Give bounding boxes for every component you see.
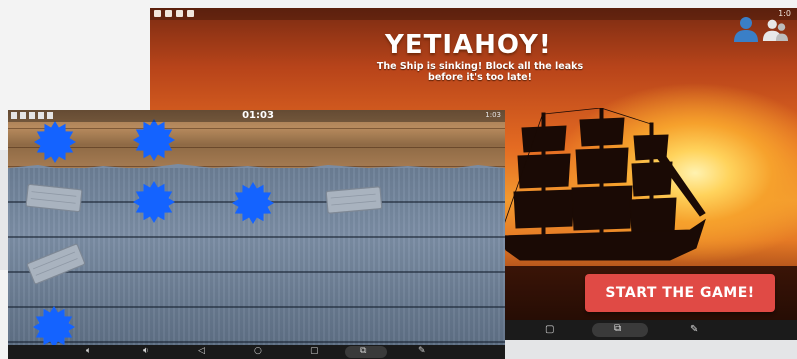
notification-icon [47,112,53,119]
home-icon[interactable]: ○ [254,346,262,356]
recents-icon[interactable]: ▢ [545,324,554,335]
notification-icon [187,10,194,17]
back-icon[interactable]: ◁ [198,346,205,356]
game-subtitle: The Ship is sinking! Block all the leaks… [370,61,590,83]
leak-hole[interactable] [231,181,275,225]
notification-icon [20,112,26,119]
pirate-ship-silhouette [500,108,706,261]
pen-icon[interactable]: ✎ [690,324,698,335]
notification-icon [165,10,172,17]
notification-icon [29,112,35,119]
single-player-icon[interactable] [732,14,760,42]
notification-icon [11,112,17,119]
leak-hole[interactable] [32,305,76,349]
navigation-bar: ▢ ⧉ ✎ [500,320,797,340]
notification-icon [154,10,161,17]
multi-player-icon[interactable] [762,14,788,42]
start-game-button[interactable]: START THE GAME! [585,274,775,312]
notification-icon [38,112,44,119]
screenshot-icon: ⧉ [614,323,622,334]
notification-icon [176,10,183,17]
status-clock: 1:03 [485,111,501,119]
leak-hole[interactable] [33,120,77,164]
game-timer: 01:03 [242,110,274,121]
notification-icons [154,10,194,17]
leak-hole[interactable] [132,180,176,224]
subtitle-line: before it's too late! [428,72,532,83]
game-screen: 1:03 01:03 🔈︎ 🔉︎ ◁ ○ ▢ ⧉ ✎ [8,110,505,359]
screenshot-icon: ⧉ [360,346,367,356]
subtitle-line: The Ship is sinking! Block all the leaks [376,61,584,72]
pen-icon[interactable]: ✎ [418,346,426,356]
navigation-bar: 🔈︎ 🔉︎ ◁ ○ ▢ ⧉ ✎ [8,345,505,359]
volume-up-icon[interactable]: 🔉︎ [143,346,149,356]
notification-icons [11,112,53,119]
status-bar: 1:0 [150,8,797,20]
leak-hole[interactable] [132,118,176,162]
game-title: YETIAHOY! [385,30,552,60]
recents-icon[interactable]: ▢ [310,346,319,356]
volume-down-icon[interactable]: 🔈︎ [86,346,91,356]
patch-plank[interactable] [325,186,383,215]
background-band-lower [505,340,797,359]
